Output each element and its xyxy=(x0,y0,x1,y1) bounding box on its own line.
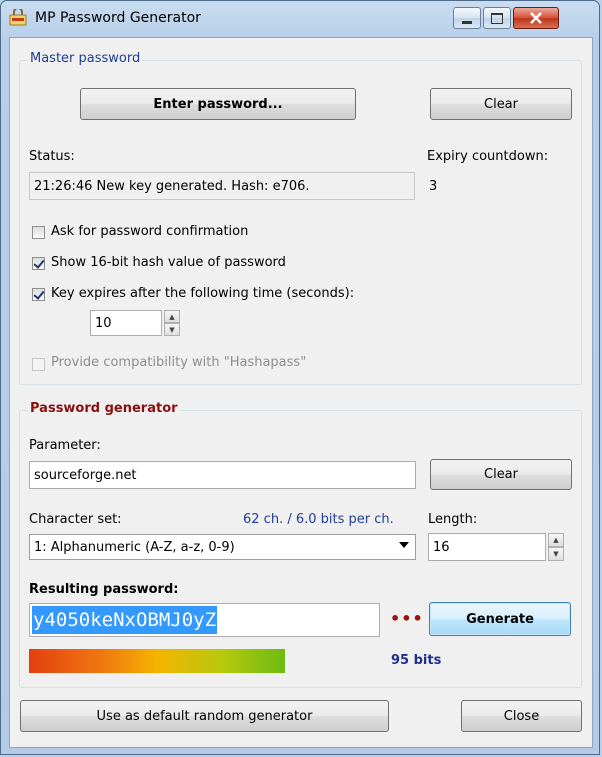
password-dots: ••• xyxy=(390,609,424,628)
close-window-button[interactable] xyxy=(513,7,559,29)
minimize-button[interactable] xyxy=(453,7,481,29)
close-icon xyxy=(530,12,542,24)
result-password-text: y4050keNxOBMJ0yZ xyxy=(32,606,218,634)
strength-bar-fill xyxy=(29,649,286,673)
close-button[interactable]: Close xyxy=(461,700,582,732)
ask-confirmation-label: Ask for password confirmation xyxy=(51,224,249,239)
expire-seconds-spinner[interactable]: ▲ ▼ xyxy=(164,310,180,336)
master-clear-button[interactable]: Clear xyxy=(430,88,572,120)
strength-bits: 95 bits xyxy=(391,653,442,668)
expire-seconds-input[interactable]: 10 xyxy=(90,310,162,336)
app-icon xyxy=(9,9,27,26)
maximize-icon xyxy=(491,12,503,24)
show-hash-checkbox[interactable] xyxy=(32,257,45,270)
result-label: Resulting password: xyxy=(29,582,179,597)
hashapass-label: Provide compatibility with "Hashapass" xyxy=(51,355,307,370)
app-window: MP Password Generator Master password En… xyxy=(0,0,600,755)
use-default-generator-button[interactable]: Use as default random generator xyxy=(20,700,389,732)
charset-select[interactable]: 1: Alphanumeric (A-Z, a-z, 0-9) xyxy=(29,534,416,560)
spin-down-icon[interactable]: ▼ xyxy=(548,547,564,561)
parameter-input[interactable]: sourceforge.net xyxy=(29,461,416,489)
chevron-down-icon xyxy=(399,542,409,548)
generate-button[interactable]: Generate xyxy=(429,602,571,636)
title-bar[interactable]: MP Password Generator xyxy=(1,1,601,37)
master-group-title: Master password xyxy=(28,51,143,66)
expiry-value: 3 xyxy=(429,179,438,194)
spin-up-icon[interactable]: ▲ xyxy=(548,533,564,547)
spin-up-icon[interactable]: ▲ xyxy=(164,310,180,323)
key-expires-checkbox[interactable] xyxy=(32,288,45,301)
status-field: 21:26:46 New key generated. Hash: e706. xyxy=(29,172,415,200)
length-label: Length: xyxy=(428,512,478,527)
charset-label: Character set: xyxy=(29,512,122,527)
spin-down-icon[interactable]: ▼ xyxy=(164,323,180,336)
expiry-label: Expiry countdown: xyxy=(427,149,549,164)
enter-password-button[interactable]: Enter password... xyxy=(80,88,356,120)
window-title: MP Password Generator xyxy=(35,10,201,26)
parameter-clear-button[interactable]: Clear xyxy=(430,459,572,490)
show-hash-label: Show 16-bit hash value of password xyxy=(51,255,286,270)
hashapass-checkbox xyxy=(32,358,45,371)
charset-selected-value: 1: Alphanumeric (A-Z, a-z, 0-9) xyxy=(34,539,235,555)
client-area: Master password Enter password... Clear … xyxy=(9,37,593,748)
length-spinner[interactable]: ▲ ▼ xyxy=(548,533,564,561)
charset-info: 62 ch. / 6.0 bits per ch. xyxy=(243,512,394,527)
generator-group-title: Password generator xyxy=(28,401,180,416)
ask-confirmation-checkbox[interactable] xyxy=(32,226,45,239)
minimize-icon xyxy=(462,20,472,24)
strength-meter xyxy=(29,649,380,673)
result-password-field[interactable]: y4050keNxOBMJ0yZ xyxy=(29,603,380,637)
maximize-button[interactable] xyxy=(483,7,511,29)
key-expires-label: Key expires after the following time (se… xyxy=(51,286,355,301)
length-input[interactable]: 16 xyxy=(428,533,546,561)
status-label: Status: xyxy=(29,149,75,164)
parameter-label: Parameter: xyxy=(29,438,101,453)
